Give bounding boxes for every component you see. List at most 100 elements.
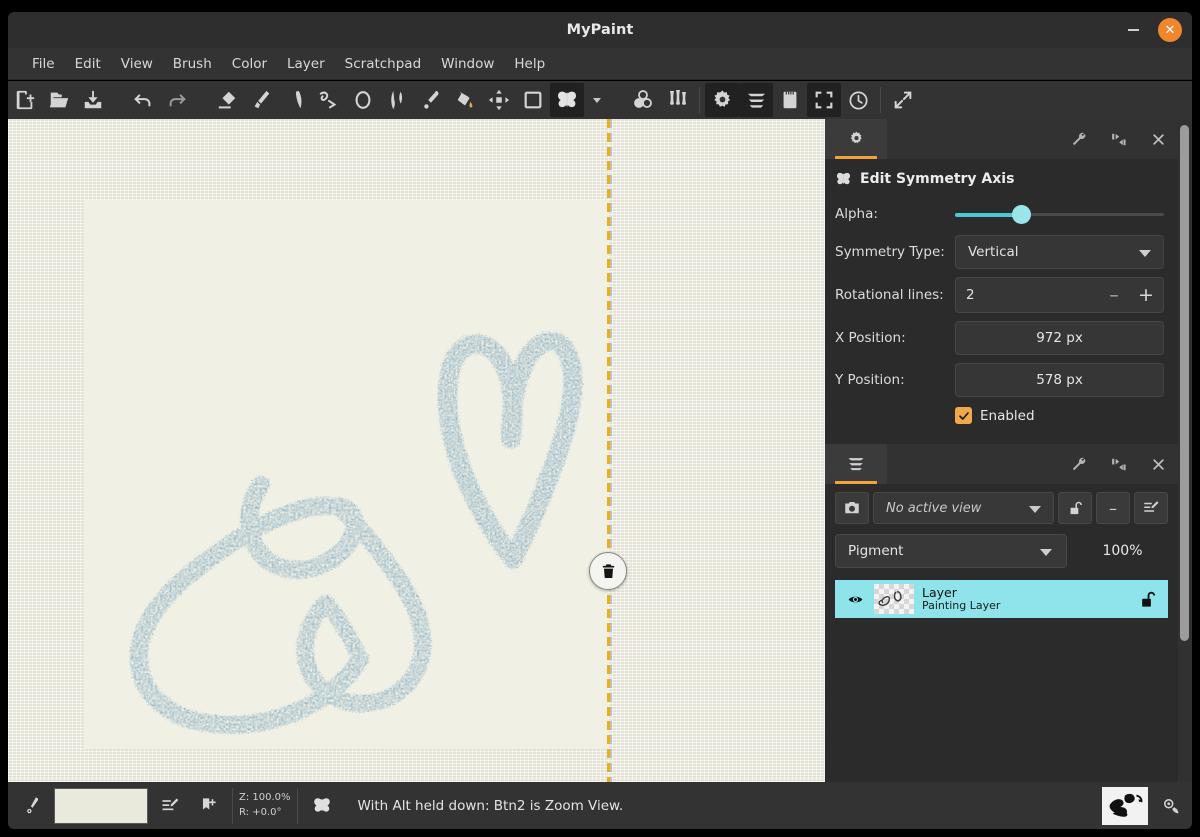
menu-help[interactable]: Help: [504, 52, 555, 76]
paintbrush-icon[interactable]: [244, 83, 278, 117]
panel-options-wrench-icon[interactable]: [1058, 444, 1098, 484]
fullscreen-icon[interactable]: [807, 83, 841, 117]
color-picker-icon[interactable]: [414, 83, 448, 117]
y-position-label: Y Position:: [835, 372, 905, 388]
panel-options-wrench-icon[interactable]: [1058, 119, 1098, 159]
rotational-lines-increment[interactable]: +: [1131, 278, 1161, 312]
alpha-slider-knob[interactable]: [1012, 205, 1032, 224]
tab-layers[interactable]: [825, 444, 887, 484]
status-message: With Alt held down: Btn2 is Zoom View.: [357, 797, 624, 814]
lock-view-button[interactable]: [1058, 492, 1092, 524]
panel-scrollbar-thumb[interactable]: [1180, 125, 1189, 641]
symmetry-type-label: Symmetry Type:: [835, 244, 945, 260]
layers-dock-header: [825, 444, 1178, 484]
active-tab-underline: [835, 156, 877, 159]
panel-collapse-icon[interactable]: [1098, 444, 1138, 484]
redo-icon[interactable]: [160, 83, 194, 117]
fill-pen-icon[interactable]: [380, 83, 414, 117]
symmetry-heading: Edit Symmetry Axis: [825, 159, 1178, 197]
history-clock-icon[interactable]: [841, 83, 875, 117]
expand-arrows-icon[interactable]: [886, 83, 920, 117]
symmetry-type-dropdown[interactable]: Vertical: [955, 235, 1164, 269]
menu-scratchpad[interactable]: Scratchpad: [335, 52, 432, 76]
undo-icon[interactable]: [126, 83, 160, 117]
current-color-swatch[interactable]: [54, 787, 148, 824]
drawing-canvas[interactable]: [8, 119, 825, 782]
list-item[interactable]: Layer Painting Layer: [835, 580, 1168, 618]
open-document-icon[interactable]: [42, 83, 76, 117]
alpha-slider-fill: [955, 212, 1016, 217]
symmetry-axis-line[interactable]: [607, 119, 610, 782]
edit-lines-icon[interactable]: [154, 790, 186, 822]
overflow-caret-icon[interactable]: [584, 83, 610, 117]
add-bookmark-icon[interactable]: [192, 790, 224, 822]
panel-close-icon[interactable]: [1138, 119, 1178, 159]
layer-opacity-value: 100%: [1102, 543, 1143, 559]
x-position-label: X Position:: [835, 330, 906, 346]
color-wheel-icon[interactable]: [626, 83, 660, 117]
preferences-gear-icon[interactable]: [705, 83, 739, 117]
alpha-slider[interactable]: [955, 203, 1164, 225]
y-position-field[interactable]: 578 px: [955, 363, 1164, 397]
active-view-dropdown[interactable]: No active view: [873, 492, 1054, 524]
new-document-icon[interactable]: [8, 83, 42, 117]
layers-icon[interactable]: [739, 83, 773, 117]
blend-mode-value: Pigment: [848, 543, 904, 559]
paint-bucket-icon[interactable]: [448, 83, 482, 117]
eraser-icon[interactable]: [210, 83, 244, 117]
tab-symmetry-settings[interactable]: [825, 119, 887, 159]
active-tab-underline: [835, 481, 877, 484]
rotational-lines-stepper[interactable]: 2 – +: [955, 277, 1164, 313]
flood-line-icon[interactable]: [312, 83, 346, 117]
scratchpad-icon[interactable]: [773, 83, 807, 117]
menu-window[interactable]: Window: [431, 52, 504, 76]
butterfly-icon: [836, 172, 851, 185]
title-bar: MyPaint ✕: [8, 12, 1192, 48]
eye-visible-icon[interactable]: [845, 592, 866, 607]
menu-color[interactable]: Color: [222, 52, 277, 76]
alpha-label: Alpha:: [835, 206, 878, 222]
menu-brush[interactable]: Brush: [163, 52, 222, 76]
panel-scrollbar[interactable]: [1178, 119, 1192, 782]
unlock-icon[interactable]: [1139, 590, 1158, 609]
mypaint-window: MyPaint ✕ File Edit View Brush Color Lay…: [0, 0, 1200, 837]
rotation-level: R: +0.0°: [239, 806, 282, 818]
panel-close-icon[interactable]: [1138, 444, 1178, 484]
y-position-row: Y Position: 578 px: [825, 359, 1178, 401]
brush-selector-icon[interactable]: [660, 83, 694, 117]
symmetry-butterfly-icon[interactable]: [550, 83, 584, 117]
close-button[interactable]: ✕: [1158, 18, 1182, 42]
edit-view-icon[interactable]: [1134, 492, 1168, 524]
rotational-lines-row: Rotational lines: 2 – +: [825, 273, 1178, 317]
window-title: MyPaint: [566, 22, 634, 38]
zoom-rotation-readout: Z: 100.0% R: +0.0°: [233, 791, 297, 820]
frame-icon[interactable]: [516, 83, 550, 117]
brush-settings-icon[interactable]: [1154, 790, 1186, 822]
inking-pen-icon[interactable]: [278, 83, 312, 117]
symmetry-heading-text: Edit Symmetry Axis: [860, 171, 1015, 187]
current-brush-preview[interactable]: [1102, 786, 1148, 825]
x-position-field[interactable]: 972 px: [955, 321, 1164, 355]
move-layer-icon[interactable]: [482, 83, 516, 117]
menu-layer[interactable]: Layer: [277, 52, 335, 76]
save-document-icon[interactable]: [76, 83, 110, 117]
menu-file[interactable]: File: [22, 52, 65, 76]
panel-collapse-icon[interactable]: [1098, 119, 1138, 159]
symmetry-axis-shadow: [610, 119, 612, 782]
ellipse-icon[interactable]: [346, 83, 380, 117]
remove-view-button[interactable]: –: [1096, 492, 1130, 524]
layer-list-empty-area[interactable]: [835, 618, 1168, 738]
menu-view[interactable]: View: [111, 52, 163, 76]
delete-symmetry-axis-button[interactable]: [589, 552, 627, 590]
x-position-row: X Position: 972 px: [825, 317, 1178, 359]
view-controls-row: No active view –: [825, 484, 1178, 528]
snapshot-view-icon[interactable]: [835, 492, 869, 524]
minimize-button[interactable]: [1122, 19, 1144, 41]
brush-tip-icon[interactable]: [16, 790, 48, 822]
enabled-row: Enabled: [825, 401, 1178, 434]
window-controls: ✕: [1122, 12, 1182, 48]
menu-edit[interactable]: Edit: [65, 52, 111, 76]
enabled-checkbox[interactable]: [955, 407, 972, 424]
blend-mode-dropdown[interactable]: Pigment: [835, 534, 1067, 568]
rotational-lines-decrement[interactable]: –: [1099, 278, 1129, 312]
